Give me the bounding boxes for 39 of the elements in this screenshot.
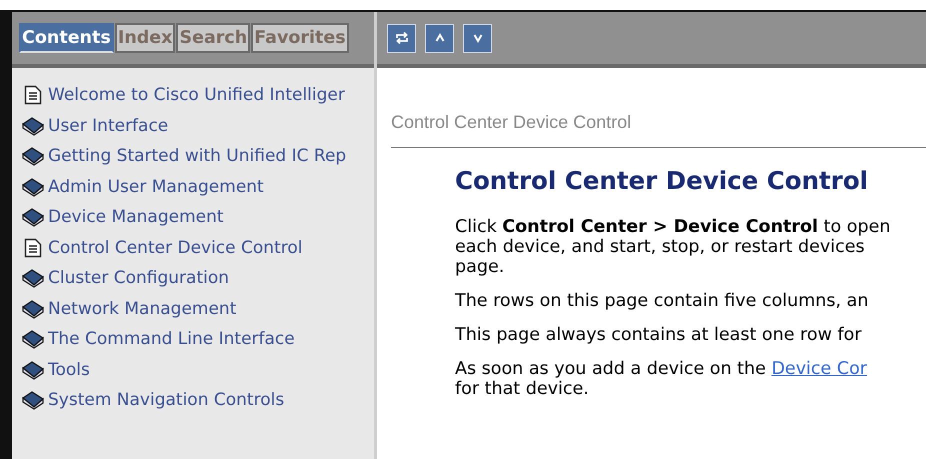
caret-up-icon <box>434 33 444 43</box>
contents-link[interactable]: Tools <box>48 360 90 380</box>
next-button[interactable] <box>463 24 492 52</box>
text-line: As soon as you add a device on the <box>455 359 766 379</box>
book-icon <box>22 298 44 319</box>
contents-link[interactable]: Welcome to Cisco Unified Intelliger <box>48 85 345 106</box>
text-line: This page always contains at least one row for <box>455 325 863 345</box>
contents-link[interactable]: Cluster Configuration <box>48 268 230 288</box>
link[interactable]: Device Cor <box>771 359 867 379</box>
text-line: each device, and start, stop, or restart devices <box>455 237 866 257</box>
previous-button[interactable] <box>425 24 454 52</box>
contents-link[interactable]: Network Management <box>48 298 236 319</box>
caret-down-icon <box>472 33 482 43</box>
text-line: page. <box>455 257 506 277</box>
contents-link[interactable]: User Interface <box>48 116 168 136</box>
contents-link[interactable]: Admin User Management <box>48 176 264 197</box>
contents-link[interactable]: Getting Started with Unified IC Rep <box>48 146 346 166</box>
topic-title: Control Center Device Control <box>391 112 632 133</box>
page-icon <box>22 238 44 258</box>
contents-link[interactable]: Control Center Device Control <box>48 238 302 258</box>
tab[interactable]: Contents <box>19 23 114 53</box>
book-icon <box>22 176 44 197</box>
book-icon <box>22 116 44 136</box>
book-icon <box>22 146 44 166</box>
book-icon <box>22 268 44 288</box>
sync-button[interactable] <box>387 24 416 52</box>
contents-link[interactable]: The Command Line Interface <box>48 329 295 350</box>
page-icon <box>22 85 44 106</box>
contents-link[interactable]: Device Management <box>48 207 224 228</box>
book-icon <box>22 390 44 410</box>
text-line: The rows on this page contain five columns, an <box>455 291 870 311</box>
book-icon <box>22 207 44 228</box>
text-line: for that device. <box>455 379 590 399</box>
text-line: Click Control Center > Device Control to open <box>455 217 892 237</box>
contents-link[interactable]: System Navigation Controls <box>48 390 284 410</box>
book-icon <box>22 360 44 380</box>
book-icon <box>22 329 44 350</box>
heading: Control Center Device Control <box>455 166 870 195</box>
sync-icon <box>394 31 408 45</box>
